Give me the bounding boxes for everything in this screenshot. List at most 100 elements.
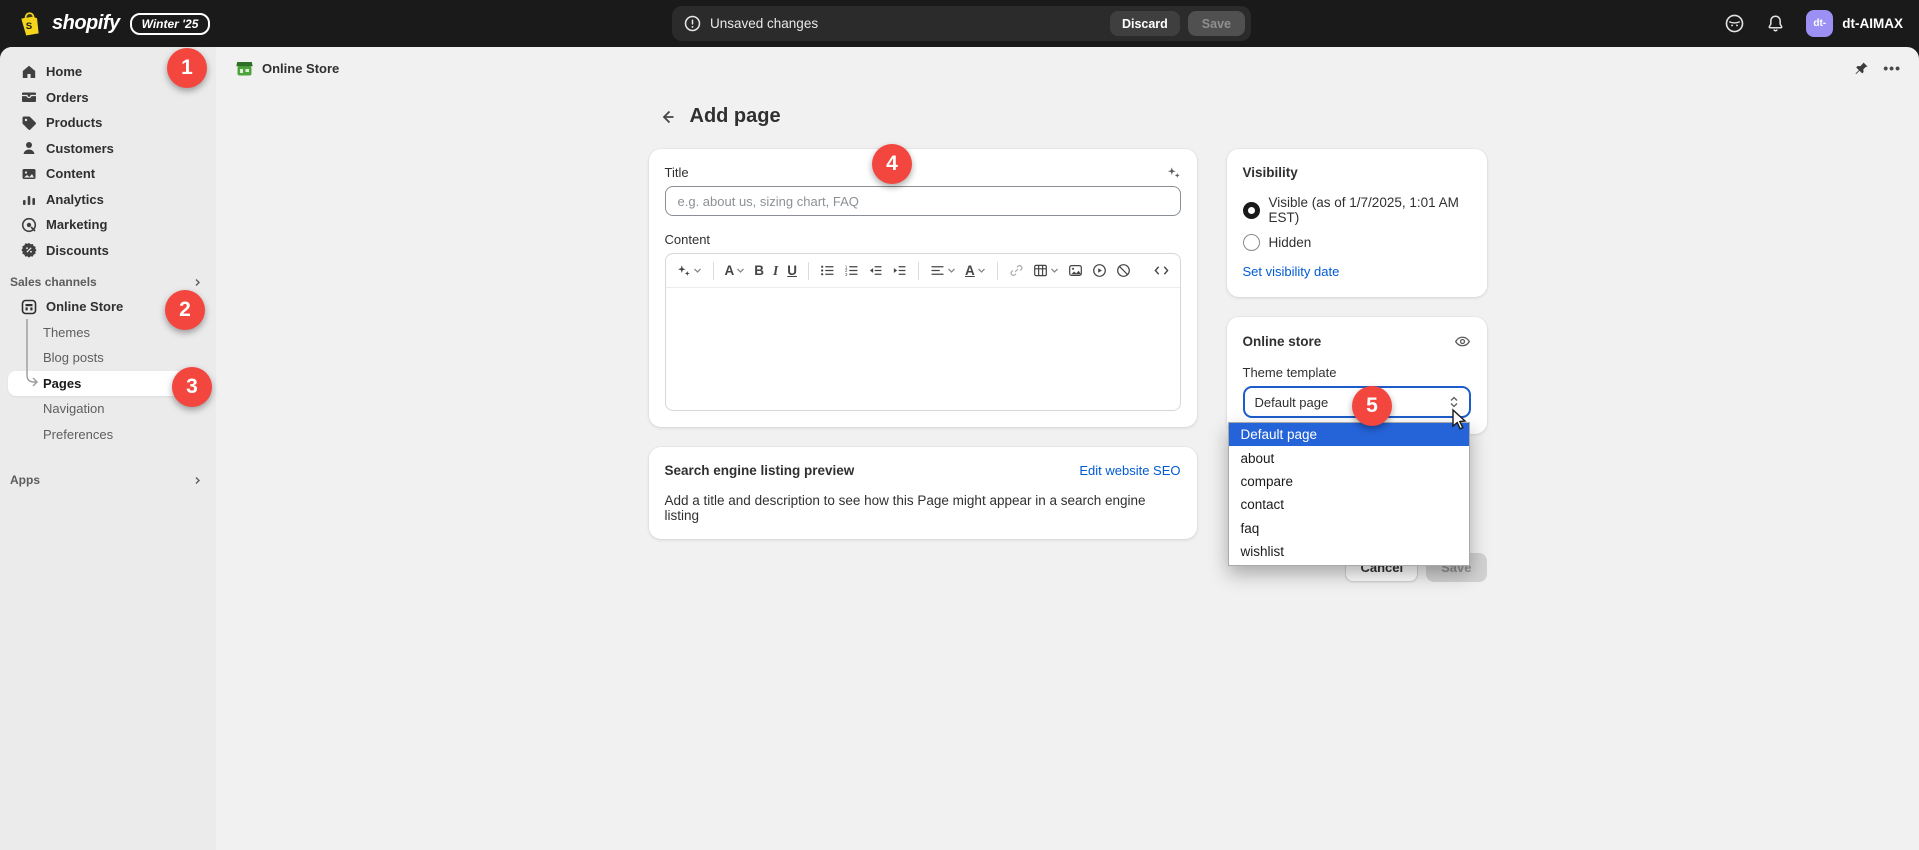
annotation-badge-3: 3 — [172, 367, 212, 407]
radio-selected[interactable] — [1243, 202, 1260, 219]
visibility-option-hidden[interactable]: Hidden — [1243, 234, 1471, 251]
link-icon[interactable] — [1009, 263, 1024, 278]
set-visibility-date-link[interactable]: Set visibility date — [1243, 264, 1340, 279]
chevron-down-icon — [1050, 266, 1059, 275]
visibility-option-visible[interactable]: Visible (as of 1/7/2025, 1:01 AM EST) — [1243, 195, 1471, 225]
pin-icon[interactable] — [1854, 61, 1869, 76]
content-icon — [21, 166, 37, 182]
text-style-icon[interactable]: A — [725, 263, 746, 278]
visibility-card: Visibility Visible (as of 1/7/2025, 1:01… — [1227, 149, 1487, 297]
bullet-list-icon[interactable] — [820, 263, 835, 278]
sidebar-item-customers[interactable]: Customers — [0, 136, 216, 162]
orders-icon — [21, 89, 37, 105]
chevron-down-icon — [693, 266, 702, 275]
select-caret-icon — [1449, 395, 1459, 409]
toolbar-divider — [808, 262, 809, 280]
toolbar-divider — [713, 262, 714, 280]
breadcrumb[interactable]: Online Store — [236, 60, 339, 77]
sidebar-item-label: Marketing — [46, 217, 107, 232]
visibility-card-title: Visibility — [1243, 165, 1471, 180]
dropdown-option-contact[interactable]: contact — [1229, 493, 1469, 516]
sidebar-item-label: Discounts — [46, 243, 109, 258]
sidebar-item-label: Customers — [46, 141, 114, 156]
dropdown-option-default-page[interactable]: Default page — [1229, 423, 1469, 446]
magic-write-icon[interactable] — [676, 263, 702, 278]
outdent-icon[interactable] — [868, 263, 883, 278]
italic-icon[interactable]: I — [773, 263, 778, 279]
title-input[interactable] — [665, 186, 1181, 216]
edit-website-seo-link[interactable]: Edit website SEO — [1079, 463, 1180, 478]
sidebar-item-blog-posts[interactable]: Blog posts — [0, 345, 216, 371]
preview-eye-icon[interactable] — [1454, 333, 1471, 350]
sidebar-item-orders[interactable]: Orders — [0, 85, 216, 111]
toolbar-divider — [918, 262, 919, 280]
sidebar-item-marketing[interactable]: Marketing — [0, 212, 216, 238]
back-arrow-icon[interactable] — [657, 107, 677, 127]
shopify-logo[interactable]: S shopify — [16, 10, 120, 37]
bold-icon[interactable]: B — [754, 263, 764, 278]
dropdown-option-wishlist[interactable]: wishlist — [1229, 540, 1469, 563]
apps-header[interactable]: Apps — [0, 468, 216, 492]
table-icon[interactable] — [1033, 263, 1059, 278]
code-view-icon[interactable] — [1153, 263, 1170, 278]
products-tag-icon — [21, 115, 37, 131]
shopify-wordmark: shopify — [52, 12, 120, 35]
alert-icon — [684, 15, 701, 32]
indent-icon[interactable] — [892, 263, 907, 278]
user-menu[interactable]: dt- dt-AIMAX — [1806, 10, 1903, 37]
align-icon[interactable] — [930, 263, 956, 278]
sidebar-item-label: Content — [46, 166, 95, 181]
online-store-icon — [21, 299, 37, 315]
radio-unselected[interactable] — [1243, 234, 1260, 251]
online-store-green-icon — [236, 60, 253, 77]
underline-icon[interactable]: U — [787, 263, 797, 278]
breadcrumb-label: Online Store — [262, 61, 339, 76]
seo-card-title: Search engine listing preview — [665, 463, 855, 478]
seo-card: Search engine listing preview Edit websi… — [649, 447, 1197, 539]
sidebar-item-products[interactable]: Products — [0, 110, 216, 136]
svg-text:S: S — [26, 21, 33, 32]
content-field-label: Content — [665, 232, 1181, 247]
magic-sparkle-icon[interactable] — [1166, 165, 1181, 180]
notifications-bell-icon[interactable] — [1765, 13, 1786, 34]
title-content-card: Title Content — [649, 149, 1197, 427]
discounts-icon — [21, 242, 37, 258]
user-name: dt-AIMAX — [1842, 16, 1903, 31]
home-icon — [21, 64, 37, 80]
sidebar-item-analytics[interactable]: Analytics — [0, 187, 216, 213]
theme-template-dropdown: Default page about compare contact faq w… — [1228, 422, 1470, 566]
dropdown-option-about[interactable]: about — [1229, 446, 1469, 469]
image-icon[interactable] — [1068, 263, 1083, 278]
content-editor-area[interactable] — [666, 288, 1180, 410]
dropdown-option-compare[interactable]: compare — [1229, 470, 1469, 493]
toolbar-divider — [997, 262, 998, 280]
visibility-visible-label: Visible (as of 1/7/2025, 1:01 AM EST) — [1269, 195, 1471, 225]
numbered-list-icon[interactable]: 123 — [844, 263, 859, 278]
analytics-icon — [21, 191, 37, 207]
sidebar-item-label: Analytics — [46, 192, 104, 207]
main-area: Online Store ••• Add page — [216, 47, 1919, 850]
discard-button[interactable]: Discard — [1110, 11, 1180, 36]
sidebar-item-label: Online Store — [46, 299, 123, 314]
more-actions-icon[interactable]: ••• — [1883, 60, 1901, 76]
clear-formatting-icon[interactable] — [1116, 263, 1131, 278]
page-title: Add page — [690, 105, 781, 128]
sidebar-item-preferences[interactable]: Preferences — [0, 422, 216, 448]
sidebar-item-discounts[interactable]: Discounts — [0, 238, 216, 264]
video-icon[interactable] — [1092, 263, 1107, 278]
annotation-badge-1: 1 — [167, 48, 207, 88]
sidebar-item-label: Orders — [46, 90, 89, 105]
text-color-icon[interactable]: A — [965, 263, 986, 278]
theme-template-selected-value: Default page — [1255, 395, 1329, 410]
edition-badge[interactable]: Winter '25 — [130, 13, 211, 35]
header-actions: ••• — [1854, 60, 1901, 76]
dropdown-option-faq[interactable]: faq — [1229, 517, 1469, 540]
shopify-bag-icon: S — [16, 10, 43, 37]
sidekick-icon[interactable] — [1724, 13, 1745, 34]
sidebar-item-content[interactable]: Content — [0, 161, 216, 187]
unsaved-changes-text: Unsaved changes — [710, 16, 818, 31]
user-avatar: dt- — [1806, 10, 1833, 37]
save-button-top[interactable]: Save — [1188, 11, 1245, 36]
editor-toolbar: A B I U 123 — [666, 254, 1180, 288]
visibility-hidden-label: Hidden — [1269, 235, 1312, 250]
